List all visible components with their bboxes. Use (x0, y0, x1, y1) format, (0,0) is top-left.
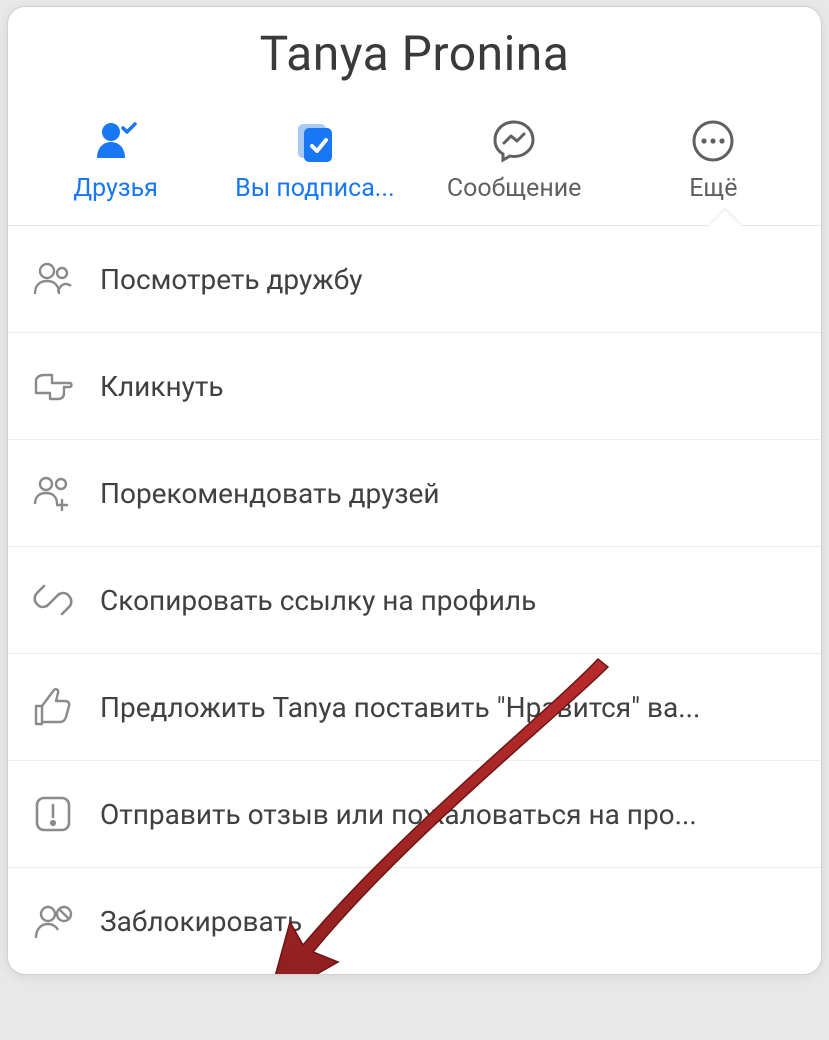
people-plus-icon (32, 472, 74, 514)
menu-pointer-notch (709, 210, 741, 226)
menu-label: Посмотреть дружбу (100, 263, 362, 296)
menu-label: Кликнуть (100, 370, 224, 403)
more-menu-list: Посмотреть дружбу Кликнуть Порекомендова… (8, 226, 821, 974)
people-icon (32, 258, 74, 300)
subscribed-label: Вы подписа... (229, 174, 400, 203)
checklist-icon (292, 118, 338, 164)
message-action[interactable]: Сообщение (415, 118, 614, 203)
friends-action[interactable]: Друзья (16, 118, 215, 203)
like-icon (32, 686, 74, 728)
messenger-icon (491, 118, 537, 164)
menu-item-block[interactable]: Заблокировать (8, 868, 821, 974)
menu-item-report[interactable]: Отправить отзыв или пожаловаться на про.… (8, 761, 821, 868)
menu-label: Заблокировать (100, 905, 302, 938)
link-icon (32, 579, 74, 621)
block-person-icon (32, 900, 74, 942)
menu-label: Предложить Tanya поставить "Нравится" ва… (100, 691, 700, 724)
subscribed-action[interactable]: Вы подписа... (215, 118, 414, 203)
friend-check-icon (93, 118, 139, 164)
menu-label: Отправить отзыв или пожаловаться на про.… (100, 798, 697, 831)
menu-label: Порекомендовать друзей (100, 477, 440, 510)
friends-label: Друзья (67, 174, 164, 203)
more-action[interactable]: Ещё (614, 118, 813, 203)
pointing-hand-icon (32, 365, 74, 407)
menu-label: Скопировать ссылку на профиль (100, 584, 536, 617)
menu-item-view-friendship[interactable]: Посмотреть дружбу (8, 226, 821, 333)
profile-action-row: Друзья Вы подписа... Сообщение (8, 108, 821, 226)
profile-name: Tanya Pronina (8, 25, 821, 82)
title-bar: Tanya Pronina (8, 7, 821, 108)
menu-item-poke[interactable]: Кликнуть (8, 333, 821, 440)
message-label: Сообщение (441, 174, 588, 203)
menu-item-suggest-like[interactable]: Предложить Tanya поставить "Нравится" ва… (8, 654, 821, 761)
more-dots-icon (690, 118, 736, 164)
report-icon (32, 793, 74, 835)
menu-item-suggest-friends[interactable]: Порекомендовать друзей (8, 440, 821, 547)
profile-more-menu-screen: Tanya Pronina Друзья Вы подписа... (7, 6, 822, 975)
menu-item-copy-link[interactable]: Скопировать ссылку на профиль (8, 547, 821, 654)
more-label: Ещё (683, 174, 743, 203)
